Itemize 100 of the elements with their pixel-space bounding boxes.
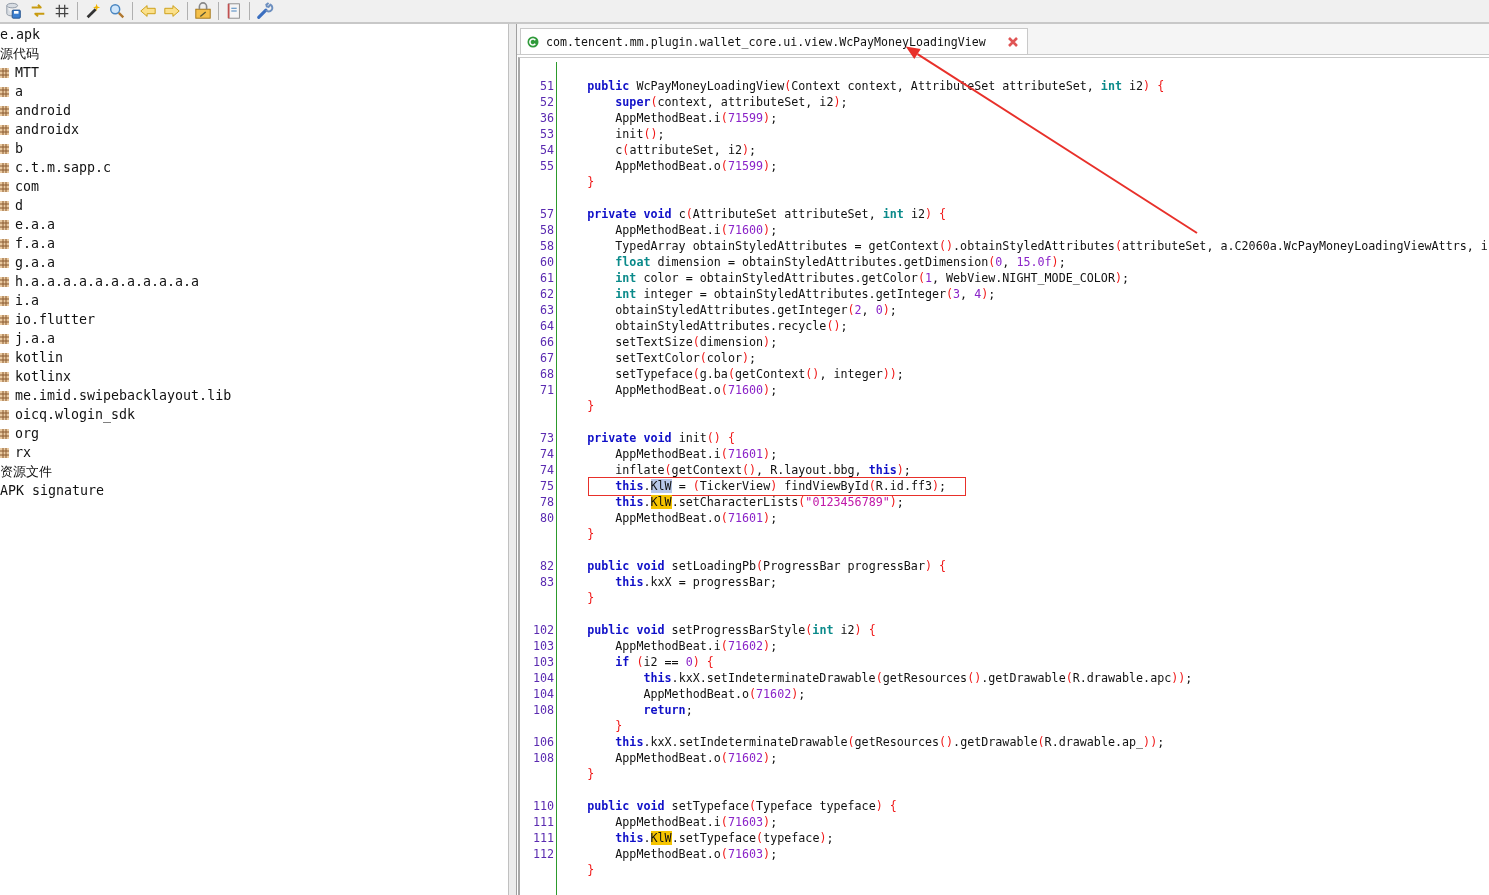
line-number: 63	[538, 302, 555, 318]
line-number: 55	[538, 158, 555, 174]
tree-item[interactable]: rx	[15, 445, 31, 460]
tree-item[interactable]: b	[15, 141, 23, 156]
line-number: 78	[538, 494, 555, 510]
tree-item[interactable]: 资源文件	[0, 462, 52, 481]
code-line: AppMethodBeat.o(71602);	[614, 751, 778, 765]
swap-arrows-icon[interactable]	[29, 2, 47, 20]
document-icon[interactable]	[225, 2, 243, 20]
wand-icon[interactable]	[84, 2, 102, 20]
tree-item[interactable]: d	[15, 198, 23, 213]
code-line: super(context, attributeSet, i2);	[614, 95, 848, 109]
save-icon[interactable]	[5, 2, 23, 20]
tree-item[interactable]: e.apk	[0, 27, 41, 42]
code-line: this.kxX = progressBar;	[614, 575, 778, 589]
code-line: private void init() {	[586, 431, 735, 445]
package-icon	[0, 370, 10, 383]
file-tab[interactable]: com.tencent.mm.plugin.wallet_core.ui.view.WcPayMoneyLoadingView	[520, 28, 1028, 54]
tree-item[interactable]: APK signature	[0, 483, 105, 498]
package-icon	[0, 332, 10, 345]
code-line: AppMethodBeat.o(71603);	[614, 847, 778, 861]
code-line: this.kxX.setIndeterminateDrawable(getResources().getDrawable(R.drawable.apc));	[642, 671, 1193, 685]
splitter-bar[interactable]	[508, 24, 517, 895]
code-line: AppMethodBeat.o(71600);	[614, 383, 778, 397]
code-line: }	[586, 175, 595, 189]
code-line: this.KlW = (TickerView) findViewById(R.id.ff3);	[614, 479, 947, 493]
tree-item[interactable]: kotlin	[15, 350, 64, 365]
package-icon	[0, 427, 10, 440]
package-icon	[0, 389, 10, 402]
code-line: public void setProgressBarStyle(int i2) {	[586, 623, 876, 637]
line-number: 58	[538, 222, 555, 238]
line-number: 68	[538, 366, 555, 382]
line-number: 66	[538, 334, 555, 350]
line-number: 80	[538, 510, 555, 526]
tree-item[interactable]: kotlinx	[15, 369, 72, 384]
code-line: AppMethodBeat.i(71599);	[614, 111, 778, 125]
tree-item[interactable]: a	[15, 84, 23, 99]
package-icon	[0, 446, 10, 459]
line-number: 54	[538, 142, 555, 158]
tree-item[interactable]: c.t.m.sapp.c	[15, 160, 112, 175]
package-icon	[0, 294, 10, 307]
package-icon	[0, 351, 10, 364]
code-line: setTextColor(color);	[614, 351, 757, 365]
code-line: AppMethodBeat.i(71600);	[614, 223, 778, 237]
package-icon	[0, 66, 10, 79]
close-icon[interactable]	[1006, 35, 1019, 48]
tree-item[interactable]: androidx	[15, 122, 80, 137]
tree-item[interactable]: f.a.a	[15, 236, 56, 251]
line-number: 108	[531, 750, 555, 766]
tree-item[interactable]: 源代码	[0, 44, 39, 63]
line-number: 103	[531, 654, 555, 670]
code-line: return;	[642, 703, 693, 717]
tree-item[interactable]: io.flutter	[15, 312, 96, 327]
tree-item[interactable]: e.a.a	[15, 217, 56, 232]
line-number: 53	[538, 126, 555, 142]
line-number: 61	[538, 270, 555, 286]
code-line: }	[614, 719, 623, 733]
line-number: 52	[538, 94, 555, 110]
package-icon	[0, 256, 10, 269]
tree-item[interactable]: i.a	[15, 293, 40, 308]
package-icon	[0, 237, 10, 250]
code-line: }	[586, 591, 595, 605]
code-line: AppMethodBeat.o(71601);	[614, 511, 778, 525]
search-icon[interactable]	[108, 2, 126, 20]
line-number: 102	[531, 622, 555, 638]
code-line: }	[586, 863, 595, 877]
code-line: }	[586, 399, 595, 413]
code-line: }	[586, 767, 595, 781]
line-number: 103	[531, 638, 555, 654]
tree-item[interactable]: h.a.a.a.a.a.a.a.a.a.a.a	[15, 274, 200, 289]
line-number: 67	[538, 350, 555, 366]
line-number: 73	[538, 430, 555, 446]
line-number: 111	[531, 814, 555, 830]
tree-item[interactable]: me.imid.swipebacklayout.lib	[15, 388, 232, 403]
package-icon	[0, 408, 10, 421]
package-icon	[0, 85, 10, 98]
line-number: 110	[531, 798, 555, 814]
package-icon	[0, 161, 10, 174]
line-number: 74	[538, 446, 555, 462]
tree-item[interactable]: MTT	[15, 65, 40, 80]
code-line: this.kxX.setIndeterminateDrawable(getResources().getDrawable(R.drawable.ap_));	[614, 735, 1165, 749]
grid-icon[interactable]	[53, 2, 71, 20]
class-icon	[527, 35, 539, 48]
tree-item[interactable]: com	[15, 179, 40, 194]
code-line: public void setTypeface(Typeface typeface) {	[586, 799, 897, 813]
tree-item[interactable]: j.a.a	[15, 331, 56, 346]
line-number: 74	[538, 462, 555, 478]
tree-item[interactable]: org	[15, 426, 40, 441]
wrench-icon[interactable]	[256, 2, 274, 20]
tree-item[interactable]: oicq.wlogin_sdk	[15, 407, 136, 422]
code-line: AppMethodBeat.i(71601);	[614, 447, 778, 461]
lock-box-icon[interactable]	[194, 2, 212, 20]
tree-item[interactable]: g.a.a	[15, 255, 56, 270]
line-number: 75	[538, 478, 555, 494]
line-number: 51	[538, 78, 555, 94]
line-number: 83	[538, 574, 555, 590]
tree-item[interactable]: android	[15, 103, 72, 118]
tab-title: com.tencent.mm.plugin.wallet_core.ui.view.WcPayMoneyLoadingView	[546, 34, 986, 49]
line-number: 106	[531, 734, 555, 750]
code-line: public void setLoadingPb(ProgressBar progressBar) {	[586, 559, 947, 573]
